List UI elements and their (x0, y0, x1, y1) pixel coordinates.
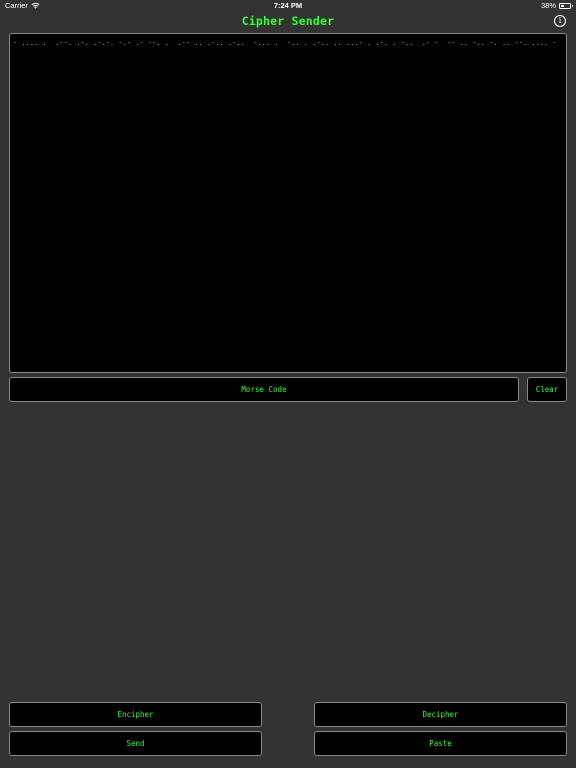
message-text-area[interactable]: - .... . .--. .-. .-.-. -.- .- --. . .--… (9, 33, 567, 373)
send-button[interactable]: Send (9, 731, 262, 756)
status-bar: Carrier 7:24 PM 38% (0, 0, 576, 12)
status-bar-right: 38% (540, 1, 573, 10)
paste-button[interactable]: Paste (314, 731, 567, 756)
decipher-button[interactable]: Decipher (314, 702, 567, 727)
cipher-mode-button[interactable]: Morse Code (9, 377, 519, 402)
battery-level-fill (561, 4, 564, 7)
page-title: Cipher Sender (241, 14, 335, 28)
encipher-button[interactable]: Encipher (9, 702, 262, 727)
battery-nub (571, 5, 573, 7)
app-screen: Carrier 7:24 PM 38% Cipher Sender i - ..… (0, 0, 576, 768)
clock: 7:24 PM (273, 1, 303, 10)
battery-icon (559, 2, 573, 9)
info-icon[interactable]: i (554, 15, 566, 27)
battery-percent: 38% (540, 1, 556, 10)
clear-button[interactable]: Clear (527, 377, 567, 402)
